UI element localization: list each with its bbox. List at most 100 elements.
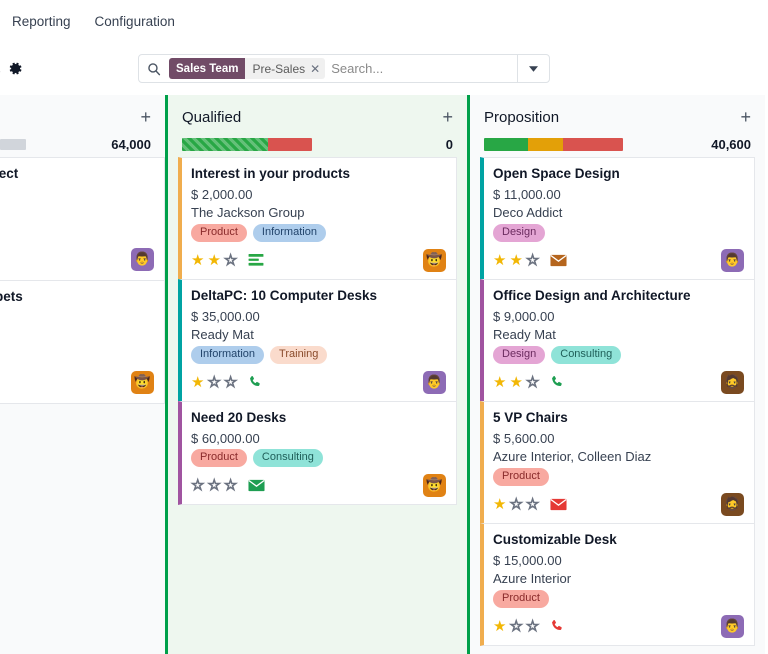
menu-item-configuration[interactable]: Configuration (83, 10, 187, 33)
avatar[interactable]: 👨 (131, 248, 154, 271)
phone-icon[interactable] (550, 619, 564, 633)
column-progress-bar[interactable] (182, 138, 312, 151)
avatar[interactable]: 👨 (721, 615, 744, 638)
column-progress-bar[interactable] (484, 138, 623, 151)
add-card-button[interactable]: + (442, 108, 453, 126)
kanban-card[interactable]: Office Design and Architecture $ 9,000.0… (480, 279, 755, 402)
star-icon[interactable]: ☆ (191, 478, 204, 493)
progress-segment-red[interactable] (268, 138, 312, 151)
star-icon[interactable]: ☆ (224, 253, 237, 268)
column-cards: ject 👨 pets 🤠 (0, 157, 165, 654)
tag[interactable]: Design (493, 224, 545, 242)
card-tags: Design (493, 224, 744, 242)
tag[interactable]: Product (493, 590, 549, 608)
tag[interactable]: Product (493, 468, 549, 486)
kanban-card[interactable]: Need 20 Desks $ 60,000.00 Product Consul… (178, 401, 457, 505)
star-icon[interactable]: ★ (509, 375, 522, 390)
search-dropdown-toggle[interactable] (517, 55, 549, 82)
kanban-card[interactable]: Open Space Design $ 11,000.00 Deco Addic… (480, 157, 755, 280)
kanban-card[interactable]: ject 👨 (0, 157, 165, 281)
star-icon[interactable]: ★ (493, 497, 506, 512)
card-title: 5 VP Chairs (493, 410, 744, 426)
progress-segment-red[interactable] (563, 138, 623, 151)
search-facet-sales-team[interactable]: Sales Team Pre-Sales ✕ (169, 58, 325, 79)
star-icon[interactable]: ☆ (526, 497, 539, 512)
tag[interactable]: Consulting (551, 346, 621, 364)
envelope-icon[interactable] (248, 479, 265, 492)
avatar[interactable]: 👨 (721, 249, 744, 272)
kanban-card[interactable]: Customizable Desk $ 15,000.00 Azure Inte… (480, 523, 755, 646)
tag[interactable]: Information (191, 346, 264, 364)
star-icon[interactable]: ★ (493, 375, 506, 390)
card-title: Need 20 Desks (191, 410, 446, 426)
star-icon[interactable]: ★ (509, 253, 522, 268)
card-tags: Product (493, 590, 744, 608)
search-input[interactable] (331, 55, 517, 82)
card-partner: The Jackson Group (191, 205, 446, 220)
card-partner: Deco Addict (493, 205, 744, 220)
star-icon[interactable]: ☆ (509, 497, 522, 512)
menu-item-reporting[interactable]: Reporting (0, 10, 83, 33)
star-icon[interactable]: ☆ (526, 619, 539, 634)
tag[interactable]: Product (191, 224, 247, 242)
column-total: 64,000 (111, 137, 151, 152)
avatar[interactable]: 🧔 (721, 371, 744, 394)
avatar[interactable]: 👨 (423, 371, 446, 394)
card-tags: Design Consulting (493, 346, 744, 364)
card-priority: ★ ☆ ☆ (493, 497, 567, 512)
avatar[interactable]: 🤠 (131, 371, 154, 394)
kanban-column-proposition: Proposition + 40,600 Open Space Design $… (470, 95, 765, 654)
card-footer: ★ ★ ☆ 🧔 (493, 369, 744, 395)
star-icon[interactable]: ★ (493, 619, 506, 634)
close-icon[interactable]: ✕ (310, 63, 320, 75)
add-card-button[interactable]: + (140, 108, 151, 126)
facet-label[interactable]: Sales Team (169, 58, 245, 79)
card-priority: ★ ☆ ☆ (493, 619, 564, 634)
tag[interactable]: Product (191, 449, 247, 467)
star-icon[interactable]: ★ (191, 375, 204, 390)
search-bar[interactable]: Sales Team Pre-Sales ✕ (138, 54, 550, 83)
kanban-card[interactable]: 5 VP Chairs $ 5,600.00 Azure Interior, C… (480, 401, 755, 524)
list-icon[interactable] (248, 254, 264, 267)
progress-segment-green[interactable] (484, 138, 528, 151)
star-icon[interactable]: ☆ (207, 478, 220, 493)
star-icon[interactable]: ☆ (526, 253, 539, 268)
envelope-icon[interactable] (550, 498, 567, 511)
control-panel: nities Sales Team Pre-Sales ✕ (0, 42, 768, 95)
phone-icon[interactable] (248, 375, 262, 389)
progress-segment-green[interactable] (182, 138, 268, 151)
star-icon[interactable]: ★ (191, 253, 204, 268)
kanban-card[interactable]: DeltaPC: 10 Computer Desks $ 35,000.00 R… (178, 279, 457, 402)
tag[interactable]: Design (493, 346, 545, 364)
star-icon[interactable]: ★ (493, 253, 506, 268)
avatar[interactable]: 🧔 (721, 493, 744, 516)
tag[interactable]: Consulting (253, 449, 323, 467)
star-icon[interactable]: ★ (207, 253, 220, 268)
star-icon[interactable]: ☆ (224, 478, 237, 493)
avatar[interactable]: 🤠 (423, 474, 446, 497)
progress-segment-orange[interactable] (528, 138, 563, 151)
column-progress-bar[interactable] (0, 139, 26, 150)
kanban-column-qualified: Qualified + 0 Interest in your products … (165, 95, 470, 654)
gear-icon[interactable] (8, 61, 23, 76)
phone-icon[interactable] (550, 375, 564, 389)
card-partner: Ready Mat (191, 327, 446, 342)
tag[interactable]: Information (253, 224, 326, 242)
kanban-card[interactable]: Interest in your products $ 2,000.00 The… (178, 157, 457, 280)
star-icon[interactable]: ☆ (509, 619, 522, 634)
star-icon[interactable]: ☆ (207, 375, 220, 390)
star-icon[interactable]: ☆ (224, 375, 237, 390)
card-priority: ★ ★ ☆ (191, 253, 264, 268)
card-footer: 🤠 (131, 369, 154, 395)
card-tags: Product Consulting (191, 449, 446, 467)
tag[interactable]: Training (270, 346, 327, 364)
star-icon[interactable]: ☆ (526, 375, 539, 390)
add-card-button[interactable]: + (740, 108, 751, 126)
avatar[interactable]: 🤠 (423, 249, 446, 272)
kanban-card[interactable]: pets 🤠 (0, 280, 165, 404)
column-title: Qualified (182, 109, 241, 126)
card-title: DeltaPC: 10 Computer Desks (191, 288, 446, 304)
card-title: Interest in your products (191, 166, 446, 182)
envelope-icon[interactable] (550, 254, 567, 267)
card-priority: ☆ ☆ ☆ (191, 478, 265, 493)
